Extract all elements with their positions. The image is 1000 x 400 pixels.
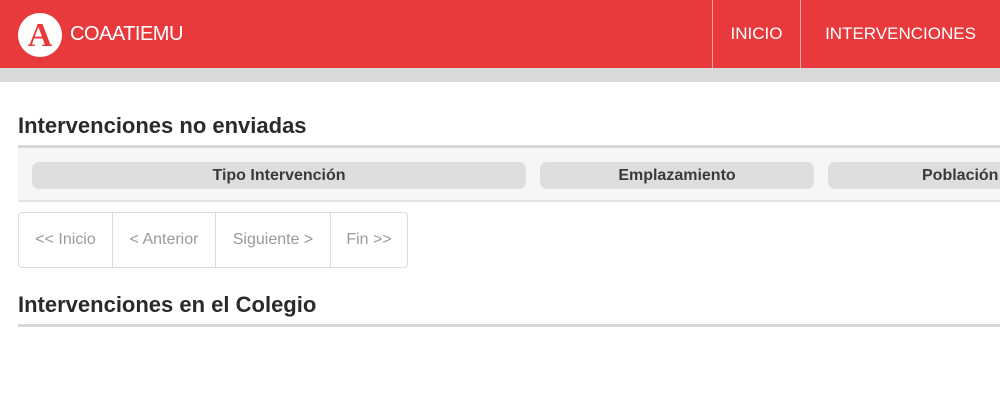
column-header-tipo-intervencion[interactable]: Tipo Intervención bbox=[32, 162, 526, 189]
section-title-unsent: Intervenciones no enviadas bbox=[18, 113, 307, 138]
pager-next-button[interactable]: Siguiente > bbox=[216, 213, 331, 267]
pager-last-button[interactable]: Fin >> bbox=[331, 213, 407, 267]
logo[interactable]: A bbox=[18, 13, 62, 57]
nav-item-intervenciones[interactable]: INTERVENCIONES bbox=[801, 0, 1000, 68]
top-navigation-bar: A COAATIEMU INICIO INTERVENCIONES bbox=[0, 0, 1000, 68]
table-bottom-border bbox=[18, 200, 1000, 202]
pagination: << Inicio < Anterior Siguiente > Fin >> bbox=[18, 212, 408, 268]
subheader-bar bbox=[0, 68, 1000, 82]
section-title-college: Intervenciones en el Colegio bbox=[18, 292, 317, 317]
brand-name[interactable]: COAATIEMU bbox=[70, 22, 183, 46]
pager-previous-button[interactable]: < Anterior bbox=[113, 213, 216, 267]
pager-first-button[interactable]: << Inicio bbox=[19, 213, 113, 267]
nav-item-inicio[interactable]: INICIO bbox=[713, 0, 800, 68]
column-header-emplazamiento[interactable]: Emplazamiento bbox=[540, 162, 814, 189]
column-header-poblacion[interactable]: Población bbox=[828, 162, 1000, 189]
section-divider bbox=[18, 324, 1000, 327]
logo-letter: A bbox=[27, 17, 53, 54]
